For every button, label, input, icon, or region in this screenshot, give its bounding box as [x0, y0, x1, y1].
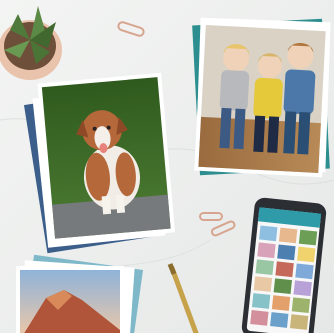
scene-illustration	[0, 0, 334, 333]
kids-photo	[194, 20, 330, 178]
smartphone-icon	[241, 197, 327, 333]
mountain-photo	[16, 266, 124, 333]
dog-photo	[37, 72, 175, 244]
photo-scene	[0, 0, 334, 333]
